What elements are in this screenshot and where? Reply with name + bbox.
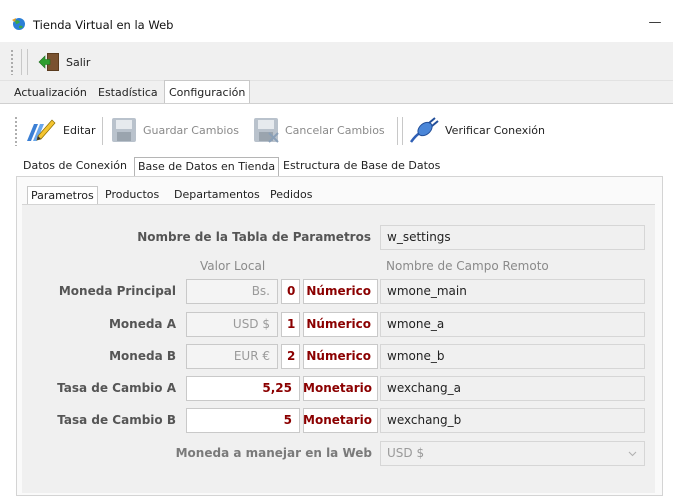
web-currency-label: Moneda a manejar en la Web	[175, 446, 372, 460]
tab-actualizacion[interactable]: Actualización	[10, 83, 91, 103]
main-tabs: Actualización Estadística Configuración	[0, 80, 673, 104]
moneda-b-local-field[interactable]: EUR €	[186, 344, 278, 369]
guardar-cambios-button[interactable]: Guardar Cambios	[110, 115, 239, 145]
cancel-disk-icon	[254, 118, 279, 143]
toolbar-grip[interactable]	[14, 116, 18, 146]
edit-pencil-icon	[27, 119, 56, 141]
moneda-b-local-value: EUR €	[233, 349, 270, 363]
toolbar-separator	[397, 117, 398, 145]
moneda-principal-index-field[interactable]: 0	[281, 279, 300, 304]
tab-base-datos-tienda[interactable]: Base de Datos en Tienda	[134, 157, 280, 177]
tasa-cambio-b-label: Tasa de Cambio B	[57, 413, 176, 427]
tasa-cambio-b-type-label: Monetario	[303, 413, 372, 427]
web-currency-select[interactable]: USD $	[380, 441, 645, 466]
moneda-principal-remote-value: wmone_main	[387, 284, 467, 298]
tab-estadistica[interactable]: Estadística	[94, 83, 162, 103]
window-title: Tienda Virtual en la Web	[33, 18, 174, 32]
moneda-a-index: 1	[287, 317, 296, 331]
guardar-cambios-label: Guardar Cambios	[143, 123, 239, 137]
moneda-a-type: Númerico	[303, 312, 378, 337]
save-disk-icon	[112, 118, 136, 142]
moneda-principal-index: 0	[287, 284, 296, 298]
editar-button[interactable]: Editar	[24, 115, 96, 145]
toolbar-separator	[402, 117, 403, 145]
cancelar-cambios-button[interactable]: Cancelar Cambios	[252, 115, 385, 145]
moneda-a-remote-field[interactable]: wmone_a	[380, 312, 645, 337]
header-valor-local: Valor Local	[200, 259, 266, 273]
app-globe-icon	[12, 18, 25, 30]
tasa-cambio-b-field[interactable]: 5	[186, 408, 300, 433]
tasa-cambio-a-type-label: Monetario	[303, 381, 372, 395]
toolbar-separator	[27, 49, 28, 75]
sub-tabs: Datos de Conexión Base de Datos en Tiend…	[18, 157, 658, 177]
moneda-a-local-value: USD $	[232, 317, 270, 331]
toolbar-separator	[21, 49, 22, 75]
tab-estructura-base-datos[interactable]: Estructura de Base de Datos	[280, 157, 443, 176]
toolbar-grip[interactable]	[10, 49, 14, 75]
table-name-label: Nombre de la Tabla de Parametros	[137, 230, 371, 244]
tasa-cambio-b-value: 5	[283, 413, 292, 427]
moneda-a-label: Moneda A	[108, 317, 176, 331]
moneda-principal-remote-field[interactable]: wmone_main	[380, 279, 645, 304]
connection-plug-icon	[409, 117, 439, 143]
verificar-conexion-label: Verificar Conexión	[445, 123, 545, 137]
minimize-button[interactable]: —	[646, 13, 664, 33]
tab-datos-conexion[interactable]: Datos de Conexión	[20, 157, 130, 176]
verificar-conexion-button[interactable]: Verificar Conexión	[408, 115, 545, 145]
tab-parametros[interactable]: Parametros	[27, 186, 98, 206]
tasa-cambio-a-field[interactable]: 5,25	[186, 376, 300, 401]
tab-productos[interactable]: Productos	[102, 186, 162, 205]
moneda-principal-label: Moneda Principal	[58, 284, 176, 298]
header-campo-remoto: Nombre de Campo Remoto	[386, 259, 549, 273]
tasa-cambio-b-remote-field[interactable]: wexchang_b	[380, 408, 645, 433]
tasa-cambio-b-type: Monetario	[303, 408, 378, 433]
tab-configuracion[interactable]: Configuración	[164, 80, 251, 104]
moneda-principal-type-label: Númerico	[306, 284, 371, 298]
web-currency-value: USD $	[387, 446, 425, 460]
cancelar-cambios-label: Cancelar Cambios	[285, 123, 385, 137]
moneda-a-type-label: Númerico	[306, 317, 371, 331]
moneda-b-type-label: Númerico	[306, 349, 371, 363]
table-name-value: w_settings	[387, 230, 451, 244]
tasa-cambio-a-type: Monetario	[303, 376, 378, 401]
moneda-a-index-field[interactable]: 1	[281, 312, 300, 337]
exit-door-icon	[38, 53, 59, 71]
salir-button[interactable]: Salir	[34, 49, 94, 75]
tasa-cambio-a-remote-field[interactable]: wexchang_a	[380, 376, 645, 401]
toolbar-separator	[102, 117, 103, 145]
moneda-b-type: Númerico	[303, 344, 378, 369]
moneda-a-local-field[interactable]: USD $	[186, 312, 278, 337]
moneda-b-remote-field[interactable]: wmone_b	[380, 344, 645, 369]
moneda-b-index-field[interactable]: 2	[281, 344, 300, 369]
tab-pedidos[interactable]: Pedidos	[267, 186, 316, 205]
tasa-cambio-b-remote-value: wexchang_b	[387, 413, 462, 427]
tab-departamentos[interactable]: Departamentos	[171, 186, 263, 205]
tasa-cambio-a-value: 5,25	[262, 381, 292, 395]
moneda-b-label: Moneda B	[109, 349, 176, 363]
tasa-cambio-a-remote-value: wexchang_a	[387, 381, 462, 395]
chevron-down-icon	[628, 451, 637, 457]
salir-label: Salir	[66, 55, 91, 69]
editar-label: Editar	[63, 123, 96, 137]
moneda-principal-local-field[interactable]: Bs.	[186, 279, 278, 304]
table-name-field[interactable]: w_settings	[380, 225, 645, 250]
moneda-a-remote-value: wmone_a	[387, 317, 445, 331]
tasa-cambio-a-label: Tasa de Cambio A	[57, 381, 176, 395]
moneda-principal-local-value: Bs.	[251, 284, 270, 298]
moneda-principal-type: Númerico	[303, 279, 378, 304]
inner-tabs: Parametros Productos Departamentos Pedid…	[27, 186, 647, 206]
top-toolbar	[0, 42, 673, 81]
moneda-b-remote-value: wmone_b	[387, 349, 445, 363]
moneda-b-index: 2	[287, 349, 296, 363]
